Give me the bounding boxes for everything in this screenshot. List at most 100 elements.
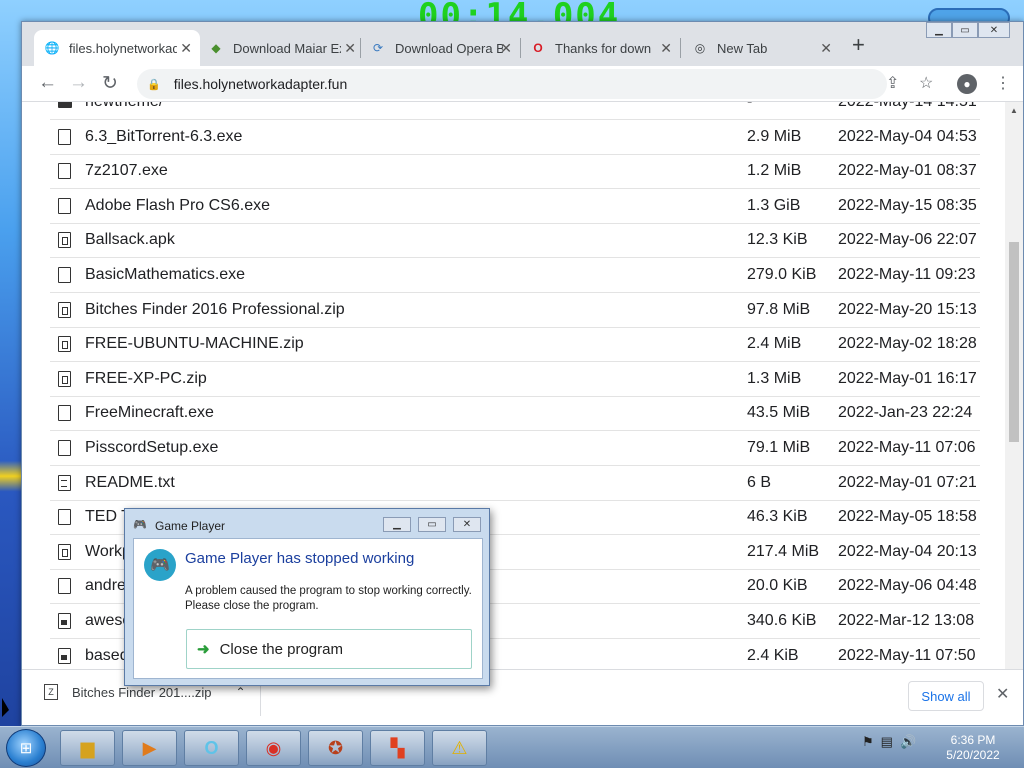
file-date: 2022-May-15 08:35 bbox=[838, 196, 977, 214]
reload-icon[interactable]: ↻ bbox=[102, 72, 118, 95]
new-tab-button[interactable]: + bbox=[852, 34, 865, 56]
forward-icon[interactable]: → bbox=[69, 72, 88, 94]
file-row[interactable]: 6.3_BitTorrent-6.3.exe 2.9 MiB 2022-May-04… bbox=[50, 120, 980, 155]
file-size: 217.4 MiB bbox=[747, 542, 820, 560]
start-button[interactable]: ⊞ bbox=[6, 729, 46, 767]
chrome-taskbar-button[interactable]: ◉ bbox=[246, 730, 301, 766]
file-name-link[interactable]: 7z2107.exe bbox=[85, 162, 168, 180]
tab-strip: 🌐 files.holynetworkadapter.fun ✕ ◆ Downl… bbox=[22, 22, 1023, 66]
tab-close-icon[interactable]: ✕ bbox=[344, 40, 356, 57]
show-all-button[interactable]: Show all bbox=[908, 681, 984, 711]
minimize-button[interactable]: ▁ bbox=[926, 22, 952, 38]
file-row[interactable]: FreeMinecraft.exe 43.5 MiB 2022-Jan-23 22:… bbox=[50, 396, 980, 432]
explorer-taskbar-button[interactable]: ▆ bbox=[60, 730, 115, 766]
windows-logo-icon: ⊞ bbox=[19, 740, 33, 757]
file-size: 79.1 MiB bbox=[747, 439, 811, 456]
file-row[interactable]: Bitches Finder 2016 Professional.zip 97.8… bbox=[50, 293, 980, 328]
address-bar[interactable]: 🔒 files.holynetworkadapter.fun bbox=[137, 69, 887, 99]
file-name-link[interactable]: newtheme/ bbox=[85, 102, 163, 111]
clock[interactable]: 6:36 PM 5/20/2022 bbox=[942, 733, 1004, 763]
file-size: 1.3 GiB bbox=[747, 196, 801, 214]
share-icon[interactable]: ⇪ bbox=[886, 73, 899, 93]
file-date: 2022-Jan-23 22:24 bbox=[838, 404, 973, 422]
file-name-link[interactable]: andre bbox=[85, 577, 126, 595]
tab-close-icon[interactable]: ✕ bbox=[820, 40, 832, 57]
folder-icon bbox=[58, 102, 72, 108]
file-row[interactable]: FREE-UBUNTU-MACHINE.zip 2.4 MiB 2022-May-0… bbox=[50, 327, 980, 363]
tab-files-holynetworkadapter[interactable]: 🌐 files.holynetworkadapter.fun ✕ bbox=[34, 30, 200, 66]
opera-taskbar-button[interactable]: O bbox=[184, 730, 239, 766]
file-name-link[interactable]: FREE-UBUNTU-MACHINE.zip bbox=[85, 335, 304, 353]
file-name-link[interactable]: 6.3_BitTorrent-6.3.exe bbox=[85, 128, 242, 146]
tab-close-icon[interactable]: ✕ bbox=[180, 40, 192, 57]
action-center-icon[interactable]: ⚑ bbox=[862, 734, 874, 750]
game-player-taskbar-button[interactable]: ⚠ bbox=[432, 730, 487, 766]
file-row[interactable]: README.txt 6 B 2022-May-01 07:21 bbox=[50, 466, 980, 501]
taskbar: ⊞ ▆ ▶ O ◉ ✪ ▚ ⚠ ⚑ ▤ 🔊 6:36 PM 5/20/2022 bbox=[0, 726, 1024, 768]
file-name-link[interactable]: README.txt bbox=[85, 474, 175, 492]
bookmark-star-icon[interactable]: ☆ bbox=[919, 73, 933, 93]
file-date: 2022-May-06 22:07 bbox=[838, 231, 977, 249]
file-name-link[interactable]: FreeMinecraft.exe bbox=[85, 404, 214, 422]
scroll-up-icon[interactable]: ▲ bbox=[1010, 106, 1018, 115]
network-icon[interactable]: ▤ bbox=[881, 734, 893, 750]
file-size: 2.4 KiB bbox=[747, 646, 799, 664]
file-name-link[interactable]: Ballsack.apk bbox=[85, 231, 175, 249]
file-name-link[interactable]: PisscordSetup.exe bbox=[85, 439, 218, 457]
file-row[interactable]: FREE-XP-PC.zip 1.3 MiB 2022-May-01 16:17 bbox=[50, 362, 980, 397]
file-name-link[interactable]: BasicMathematics.exe bbox=[85, 266, 245, 284]
file-name-link[interactable]: Bitches Finder 2016 Professional.zip bbox=[85, 301, 345, 319]
file-date: 2022-May-02 18:28 bbox=[838, 335, 977, 353]
file-size: 340.6 KiB bbox=[747, 612, 817, 629]
file-size: 2.4 MiB bbox=[747, 335, 802, 353]
archive-file-icon bbox=[58, 232, 71, 249]
game-taskbar-button[interactable]: ✪ bbox=[308, 730, 363, 766]
tab-download-opera[interactable]: ⟳ Download Opera Browser ✕ bbox=[360, 30, 520, 66]
tab-close-icon[interactable]: ✕ bbox=[660, 40, 672, 57]
tab-close-icon[interactable]: ✕ bbox=[500, 40, 512, 57]
tab-download-maiar[interactable]: ◆ Download Maiar Exchange ✕ bbox=[198, 30, 364, 66]
tab-thanks-opera[interactable]: O Thanks for downloading Opera ✕ bbox=[520, 30, 680, 66]
file-row[interactable]: Ballsack.apk 12.3 KiB 2022-May-06 22:07 bbox=[50, 223, 980, 259]
chrome-icon: ◉ bbox=[265, 737, 282, 758]
system-tray: ⚑ ▤ 🔊 bbox=[862, 734, 916, 750]
dialog-maximize-button[interactable]: ▭ bbox=[418, 517, 446, 532]
file-name-link[interactable]: FREE-XP-PC.zip bbox=[85, 370, 207, 388]
file-date: 2022-May-01 16:17 bbox=[838, 369, 977, 387]
file-date: 2022-May-14 14:51 bbox=[838, 102, 977, 111]
lock-icon[interactable]: 🔒 bbox=[147, 78, 161, 91]
app-taskbar-button[interactable]: ▚ bbox=[370, 730, 425, 766]
file-row[interactable]: BasicMathematics.exe 279.0 KiB 2022-May-11… bbox=[50, 258, 980, 293]
error-dialog: 🎮 Game Player ▁ ▭ ✕ 🎮 Game Player has st… bbox=[124, 508, 490, 686]
chevron-up-icon[interactable]: ⌃ bbox=[235, 685, 245, 699]
download-item[interactable]: Z Bitches Finder 201....zip ⌃ bbox=[44, 684, 246, 700]
opera-gx-icon: ⟳ bbox=[372, 41, 384, 55]
tab-new-tab[interactable]: ◎ New Tab ✕ bbox=[682, 30, 840, 66]
file-row[interactable]: Adobe Flash Pro CS6.exe 1.3 GiB 2022-May-1… bbox=[50, 189, 980, 224]
file-row[interactable]: newtheme/ - 2022-May-14 14:51 bbox=[50, 102, 980, 120]
file-date: 2022-May-06 04:48 bbox=[838, 577, 977, 595]
maximize-button[interactable]: ▭ bbox=[952, 22, 978, 38]
close-download-bar-icon[interactable]: ✕ bbox=[996, 684, 1009, 704]
file-row[interactable]: PisscordSetup.exe 79.1 MiB 2022-May-11 07:… bbox=[50, 431, 980, 466]
scrollbar-thumb[interactable] bbox=[1009, 242, 1019, 442]
media-player-taskbar-button[interactable]: ▶ bbox=[122, 730, 177, 766]
close-window-button[interactable]: ✕ bbox=[978, 22, 1010, 38]
file-date: 2022-May-04 20:13 bbox=[838, 542, 977, 560]
file-row[interactable]: 7z2107.exe 1.2 MiB 2022-May-01 08:37 bbox=[50, 154, 980, 190]
dialog-close-button[interactable]: ✕ bbox=[453, 517, 481, 532]
vertical-scrollbar[interactable]: ▲ ▼ bbox=[1005, 102, 1023, 688]
dialog-minimize-button[interactable]: ▁ bbox=[383, 517, 411, 532]
file-size: 46.3 KiB bbox=[747, 508, 808, 526]
file-icon bbox=[58, 578, 71, 595]
file-size: 43.5 MiB bbox=[747, 404, 811, 422]
close-program-label: Close the program bbox=[219, 640, 343, 658]
back-icon[interactable]: ← bbox=[38, 72, 57, 94]
close-program-button[interactable]: ➜ Close the program bbox=[186, 629, 472, 669]
profile-icon[interactable]: ● bbox=[957, 74, 977, 94]
file-name-link[interactable]: based bbox=[85, 647, 129, 665]
menu-icon[interactable]: ⋮ bbox=[995, 73, 1011, 93]
tab-title: Thanks for downloading Opera bbox=[555, 40, 651, 56]
volume-icon[interactable]: 🔊 bbox=[900, 734, 916, 750]
file-name-link[interactable]: Adobe Flash Pro CS6.exe bbox=[85, 197, 270, 215]
